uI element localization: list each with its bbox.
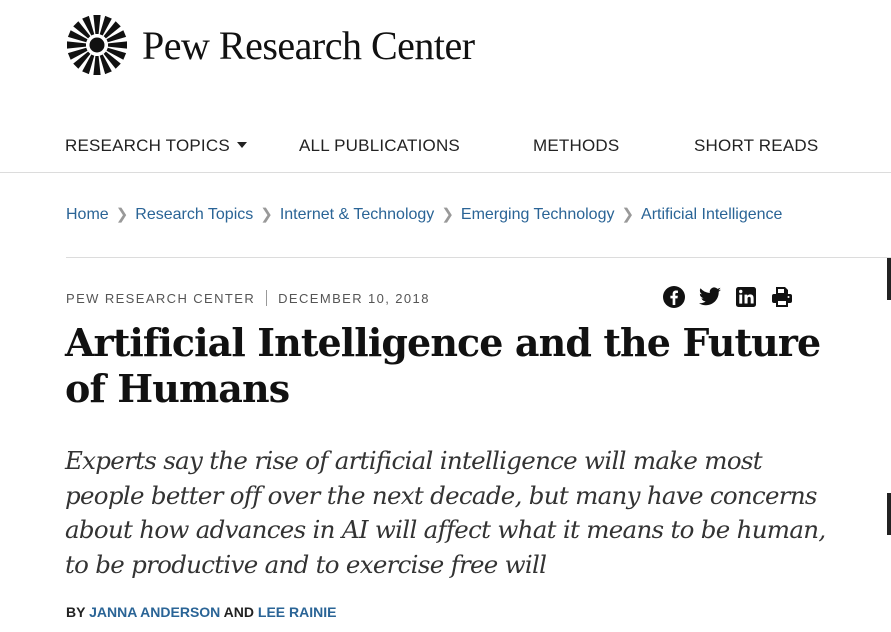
author-link-lee-rainie[interactable]: LEE RAINIE: [258, 604, 337, 620]
byline: BY JANNA ANDERSON AND LEE RAINIE: [66, 604, 336, 620]
side-rail-marker: [887, 493, 891, 535]
byline-prefix: BY: [66, 604, 86, 620]
site-logo[interactable]: Pew Research Center: [66, 14, 475, 76]
breadcrumb-artificial-intelligence[interactable]: Artificial Intelligence: [641, 206, 782, 223]
nav-research-topics-label: RESEARCH TOPICS: [65, 136, 230, 155]
share-toolbar: [662, 285, 806, 309]
print-icon[interactable]: [770, 285, 794, 309]
meta-source: PEW RESEARCH CENTER: [66, 291, 256, 306]
logo-ray: [67, 41, 86, 49]
chevron-right-icon: ❯: [260, 206, 273, 223]
nav-short-reads[interactable]: SHORT READS: [694, 136, 818, 156]
breadcrumb-emerging-technology[interactable]: Emerging Technology: [461, 206, 615, 223]
article-meta: PEW RESEARCH CENTER DECEMBER 10, 2018: [66, 290, 430, 306]
chevron-right-icon: ❯: [621, 206, 635, 223]
breadcrumb-research-topics[interactable]: Research Topics: [135, 206, 253, 223]
byline-joiner: AND: [223, 604, 255, 620]
article-dek: Experts say the rise of artificial intel…: [65, 446, 826, 579]
breadcrumb-internet-technology[interactable]: Internet & Technology: [280, 206, 434, 223]
linkedin-icon[interactable]: [734, 285, 758, 309]
twitter-icon[interactable]: [698, 285, 722, 309]
nav-research-topics[interactable]: RESEARCH TOPICS: [65, 136, 247, 156]
nav-all-publications[interactable]: ALL PUBLICATIONS: [299, 136, 460, 156]
breadcrumb-home[interactable]: Home: [66, 206, 109, 223]
sunburst-logo-icon: [67, 15, 127, 75]
chevron-right-icon: ❯: [115, 206, 129, 223]
logo-ray: [108, 41, 127, 49]
side-rail-marker: [887, 258, 891, 300]
article-title: Artificial Intelligence and the Future o…: [65, 320, 821, 411]
author-link-janna-anderson[interactable]: JANNA ANDERSON: [89, 604, 220, 620]
facebook-icon[interactable]: [662, 285, 686, 309]
site-name: Pew Research Center: [142, 22, 475, 68]
breadcrumb-divider: [66, 257, 891, 258]
caret-down-icon: [236, 142, 247, 148]
logo-ray: [93, 15, 101, 34]
nav-methods[interactable]: METHODS: [533, 136, 619, 156]
meta-divider: [266, 290, 268, 306]
breadcrumb: Home ❯ Research Topics ❯ Internet & Technolo…: [66, 205, 782, 224]
meta-date: DECEMBER 10, 2018: [278, 291, 430, 306]
nav-divider: [0, 172, 891, 173]
chevron-right-icon: ❯: [441, 206, 454, 223]
logo-ray: [93, 56, 101, 75]
